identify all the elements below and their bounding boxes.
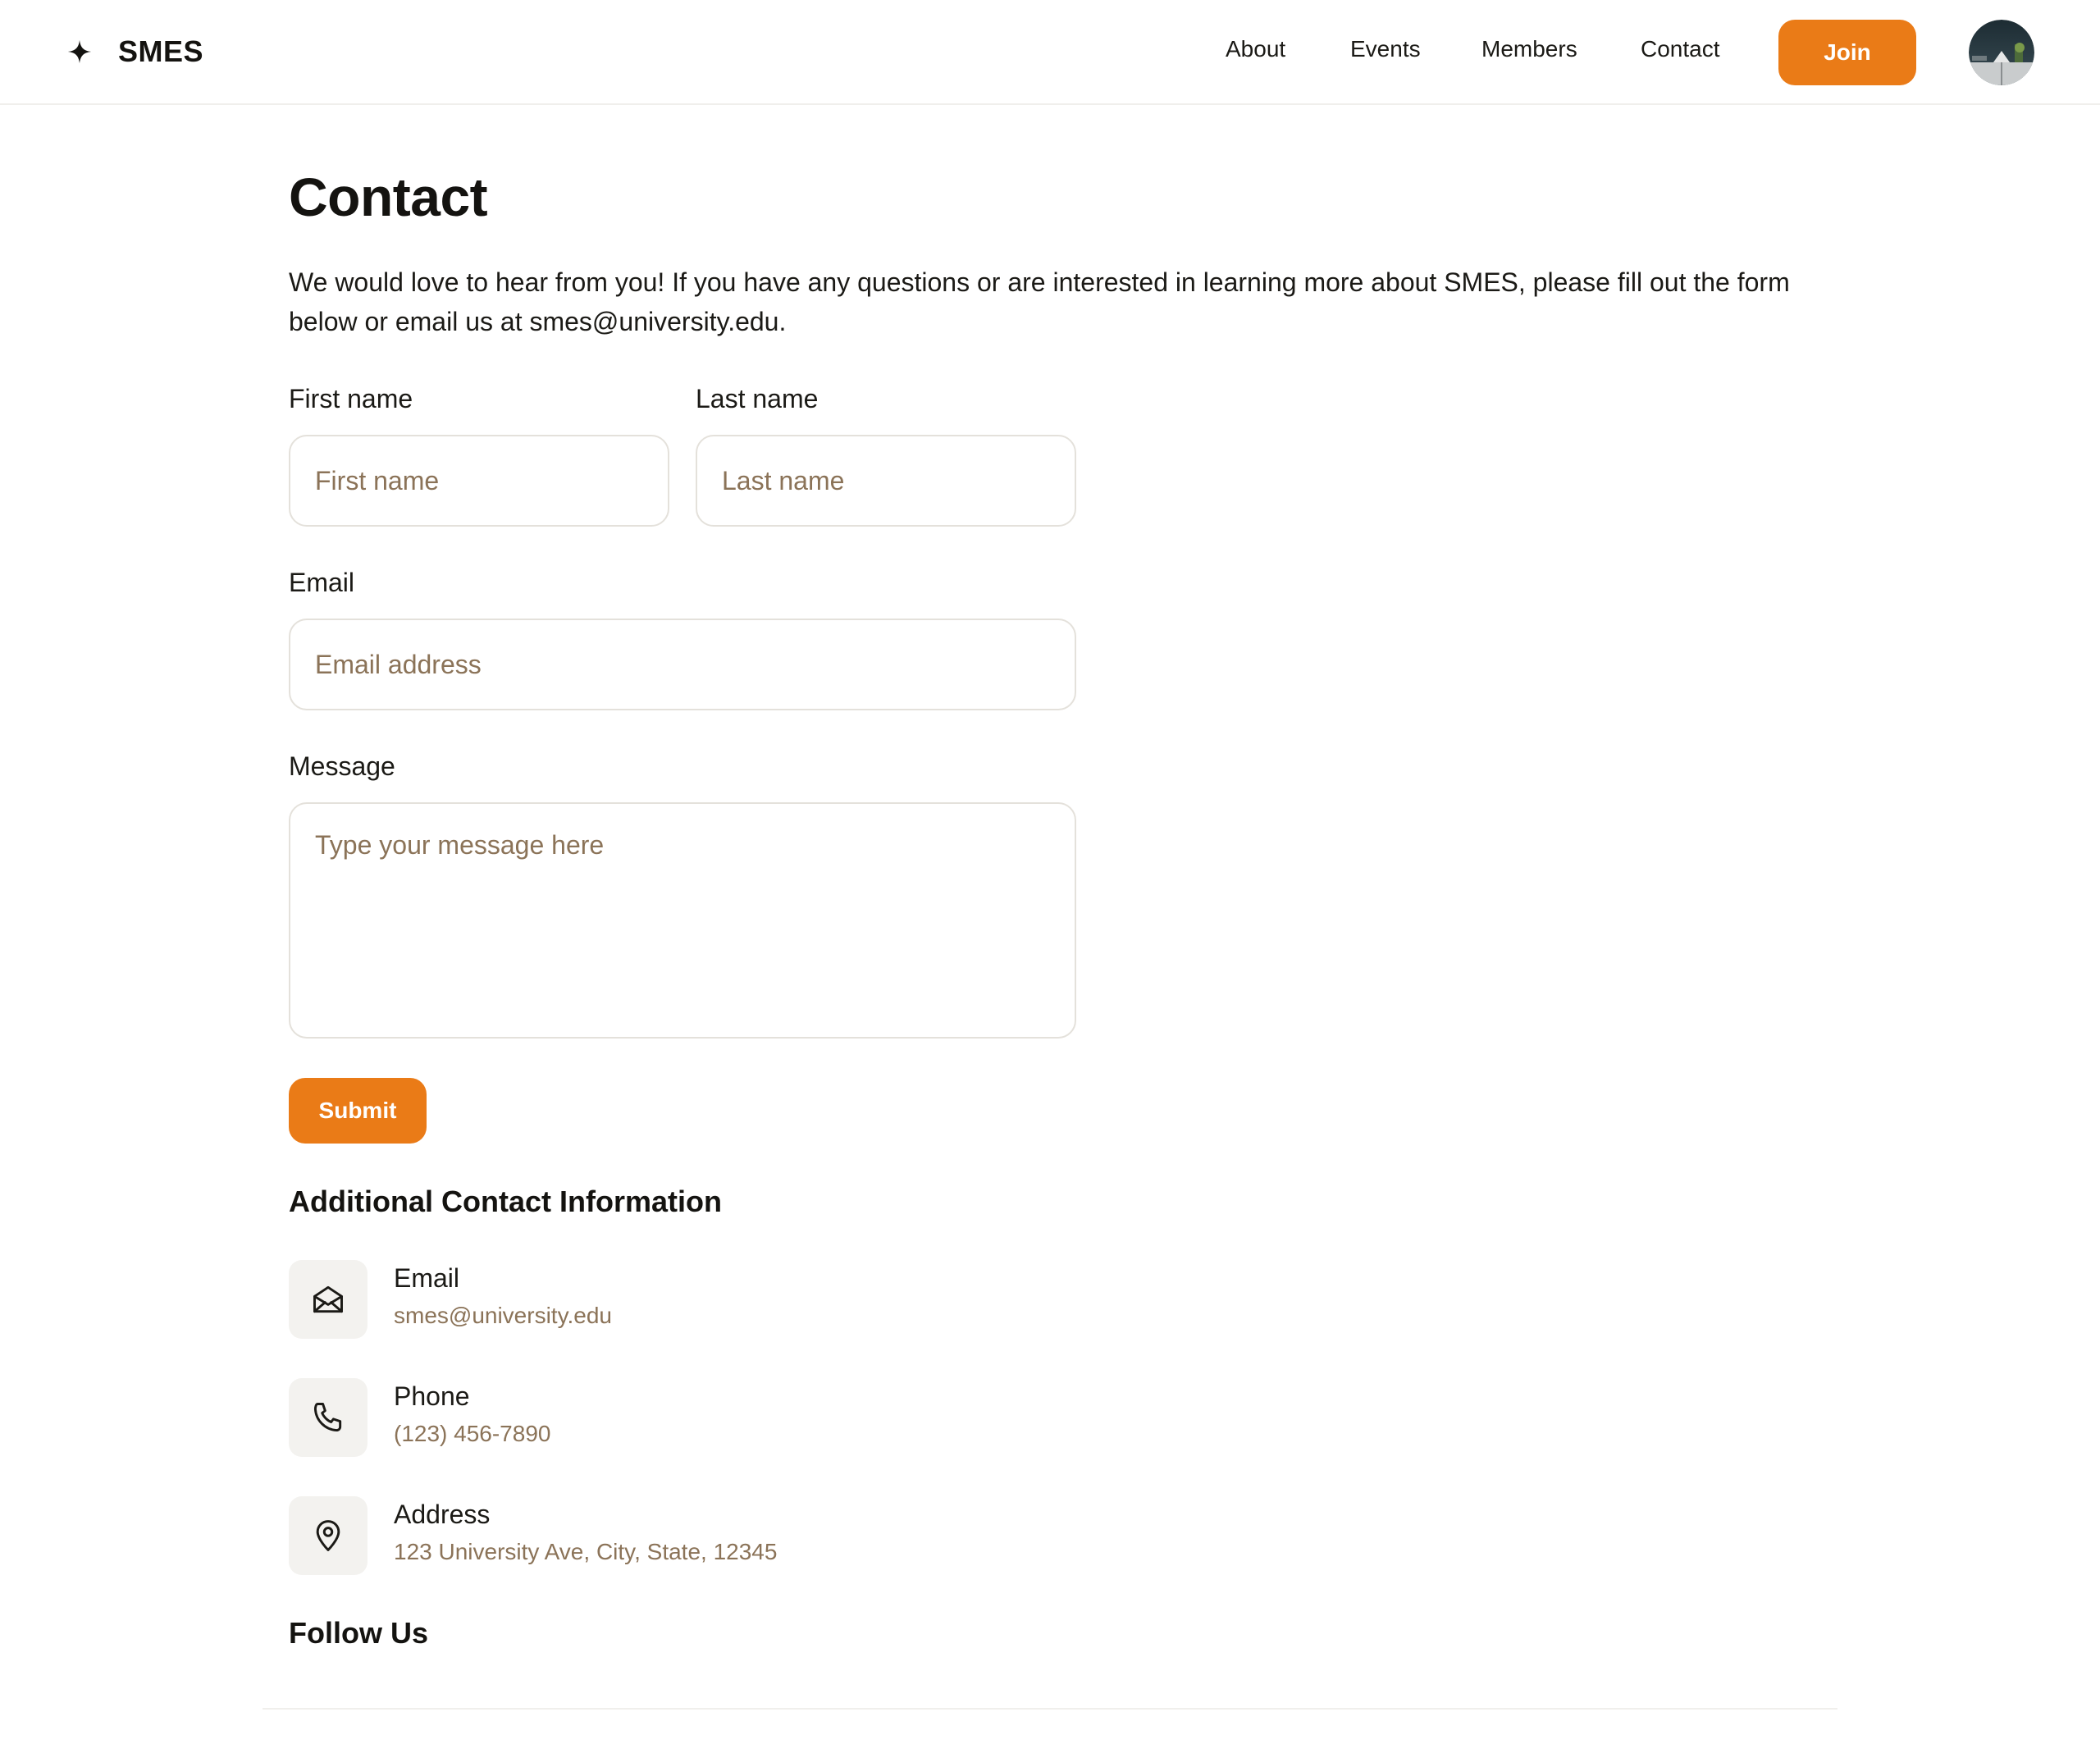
site-header: SMES About Events Members Contact Join	[0, 0, 2100, 105]
nav-about[interactable]: About	[1226, 36, 1285, 62]
last-name-label: Last name	[696, 384, 819, 413]
address-icon-box	[289, 1496, 368, 1575]
submit-button[interactable]: Submit	[289, 1078, 427, 1144]
contact-info-title: Email	[394, 1263, 460, 1293]
contact-info-email: Email smes@university.edu	[289, 1260, 1109, 1339]
intro-text: We would love to hear from you! If you h…	[289, 267, 1790, 336]
contact-info-title: Address	[394, 1500, 491, 1529]
brand-name: SMES	[118, 34, 204, 68]
contact-info-value: 123 University Ave, City, State, 12345	[394, 1539, 778, 1564]
sparkle-logo-icon	[67, 39, 92, 64]
avatar[interactable]	[1969, 20, 2034, 85]
contact-info-phone: Phone (123) 456-7890	[289, 1378, 1109, 1457]
message-label: Message	[289, 751, 395, 781]
join-button[interactable]: Join	[1778, 20, 1916, 85]
message-field[interactable]	[289, 802, 1076, 1039]
contact-info-value[interactable]: smes@university.edu	[394, 1303, 612, 1329]
email-field[interactable]	[289, 619, 1076, 710]
contact-info-address: Address 123 University Ave, City, State,…	[289, 1496, 1109, 1575]
first-name-label: First name	[289, 384, 413, 413]
brand[interactable]: SMES	[66, 0, 203, 103]
phone-icon	[313, 1403, 342, 1432]
nav-members[interactable]: Members	[1481, 36, 1577, 62]
email-icon-box	[289, 1260, 368, 1339]
phone-icon-box	[289, 1378, 368, 1457]
follow-us-heading: Follow Us	[289, 1616, 428, 1650]
contact-info-title: Phone	[394, 1381, 470, 1411]
nav-events[interactable]: Events	[1350, 36, 1421, 62]
divider	[262, 1708, 1838, 1710]
first-name-field[interactable]	[289, 435, 669, 527]
contact-info-value[interactable]: (123) 456-7890	[394, 1421, 550, 1447]
map-pin-icon	[316, 1520, 340, 1551]
nav-contact[interactable]: Contact	[1641, 36, 1720, 62]
last-name-field[interactable]	[696, 435, 1076, 527]
email-label: Email	[289, 568, 355, 597]
page-title: Contact	[289, 167, 488, 227]
envelope-open-icon	[313, 1285, 343, 1313]
additional-contact-heading: Additional Contact Information	[289, 1185, 722, 1218]
